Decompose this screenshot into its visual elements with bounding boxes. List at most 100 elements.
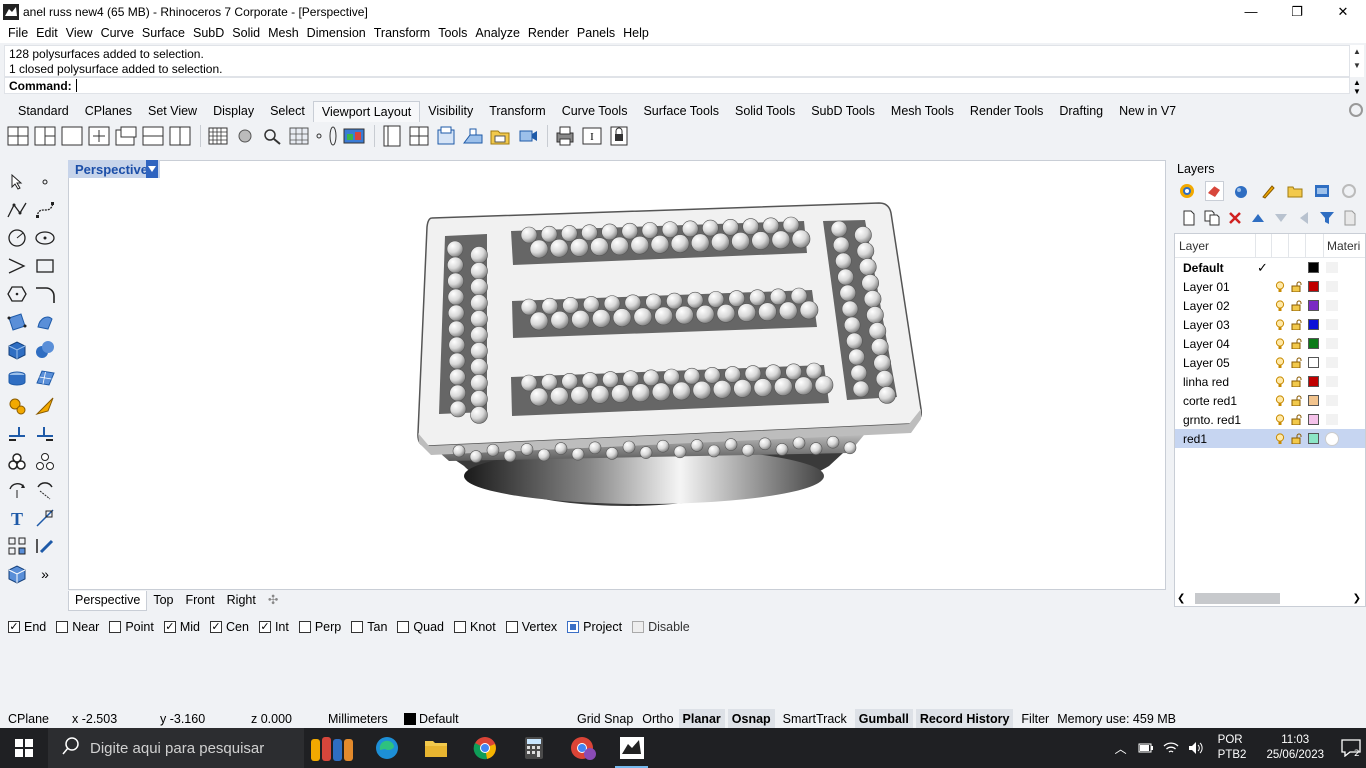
layer-row[interactable]: corte red1	[1175, 391, 1365, 410]
calculator-icon[interactable]	[509, 728, 558, 768]
current-layer-check-icon[interactable]: ✓	[1257, 260, 1268, 276]
layer-color-swatch[interactable]	[1308, 338, 1319, 349]
unlock-icon[interactable]	[1291, 281, 1302, 292]
layer-row[interactable]: grnto. red1	[1175, 410, 1365, 429]
menu-help[interactable]: Help	[619, 26, 653, 40]
checkbox[interactable]	[56, 621, 69, 633]
more-tools-icon[interactable]: »	[32, 561, 58, 587]
lightbulb-icon[interactable]	[1275, 337, 1285, 350]
ungroup-icon[interactable]	[32, 449, 58, 475]
material-swatch[interactable]	[1326, 395, 1338, 406]
checkbox[interactable]	[397, 621, 410, 633]
tab-right[interactable]: Right	[221, 591, 262, 611]
input-language[interactable]: POR PTB2	[1218, 733, 1247, 763]
windows-start-icon[interactable]	[0, 728, 48, 768]
checkbox[interactable]	[8, 621, 20, 633]
open-layout-icon[interactable]	[488, 124, 512, 148]
view-capture-icon[interactable]	[515, 124, 539, 148]
detail-view-icon[interactable]	[407, 124, 431, 148]
scroll-down-icon[interactable]: ▼	[1350, 59, 1364, 73]
osnap-disable[interactable]: Disable	[632, 620, 690, 634]
split-vertical-icon[interactable]	[168, 124, 192, 148]
menu-edit[interactable]: Edit	[32, 26, 62, 40]
lightbulb-icon[interactable]	[1275, 394, 1285, 407]
layer-column-header[interactable]: Layer	[1175, 239, 1255, 253]
layer-name[interactable]: linha red	[1175, 375, 1271, 389]
pipe-solid-icon[interactable]	[4, 365, 30, 391]
layer-row[interactable]: Layer 05	[1175, 353, 1365, 372]
grid-icon[interactable]	[206, 124, 230, 148]
fillet-curve-icon[interactable]	[32, 281, 58, 307]
osnap-int[interactable]: Int	[258, 620, 289, 634]
command-history-scrollbar[interactable]: ▲ ▼	[1350, 45, 1364, 77]
layer-row[interactable]: Layer 04	[1175, 334, 1365, 353]
material-swatch[interactable]	[1326, 281, 1338, 292]
material-swatch[interactable]	[1326, 376, 1338, 387]
layer-name[interactable]: Layer 01	[1175, 280, 1271, 294]
layer-row[interactable]: Layer 02	[1175, 296, 1365, 315]
checkbox[interactable]	[298, 621, 311, 633]
layers-panel-icon[interactable]	[1204, 181, 1224, 201]
layout-tools-icon[interactable]	[434, 124, 458, 148]
edge-browser-icon[interactable]	[362, 728, 411, 768]
ring-model[interactable]	[69, 161, 1166, 590]
battery-icon[interactable]	[1135, 743, 1157, 753]
dimension-icon[interactable]	[32, 505, 58, 531]
text-icon[interactable]: T	[4, 505, 30, 531]
layer-color-swatch[interactable]	[1308, 262, 1319, 273]
move-layer-up-icon[interactable]	[1249, 209, 1267, 227]
mesh-icon[interactable]	[32, 365, 58, 391]
polyline-icon[interactable]	[4, 197, 30, 223]
tab-standard[interactable]: Standard	[10, 101, 77, 122]
record-history-toggle[interactable]: Record History	[915, 709, 1014, 729]
lightbulb-icon[interactable]	[1275, 299, 1285, 312]
layer-color-swatch[interactable]	[1308, 376, 1319, 387]
rhino-taskbar-icon[interactable]	[607, 728, 656, 768]
menu-dimension[interactable]: Dimension	[303, 26, 370, 40]
tab-front[interactable]: Front	[179, 591, 220, 611]
image-display-icon[interactable]	[342, 124, 366, 148]
layer-name[interactable]: Layer 03	[1175, 318, 1271, 332]
material-swatch[interactable]	[1326, 300, 1338, 311]
tab-mesh-tools[interactable]: Mesh Tools	[883, 101, 962, 122]
viewport-menu-dropdown-icon[interactable]	[146, 160, 158, 178]
checkbox[interactable]	[109, 621, 122, 633]
lightbulb-icon[interactable]	[1275, 432, 1285, 445]
lightbulb-icon[interactable]	[1275, 375, 1285, 388]
menu-view[interactable]: View	[62, 26, 97, 40]
tab-drafting[interactable]: Drafting	[1051, 101, 1111, 122]
wifi-icon[interactable]	[1160, 741, 1182, 755]
layer-color-swatch[interactable]	[1308, 433, 1319, 444]
tab-render-tools[interactable]: Render Tools	[962, 101, 1051, 122]
material-swatch[interactable]	[1326, 262, 1338, 273]
point-icon[interactable]	[32, 169, 58, 195]
lightbulb-icon[interactable]	[1275, 318, 1285, 331]
surface-from-points-icon[interactable]	[4, 309, 30, 335]
chevron-up-icon[interactable]: ︿	[1110, 740, 1132, 757]
command-line-spinner[interactable]: ▲ ▼	[1350, 78, 1364, 96]
menu-tools[interactable]: Tools	[434, 26, 471, 40]
notifications-icon[interactable]: 2	[1336, 739, 1366, 757]
layer-name[interactable]: corte red1	[1175, 394, 1271, 408]
checkbox[interactable]	[163, 621, 176, 633]
group-icon[interactable]	[4, 449, 30, 475]
viewport-name[interactable]: Perspective	[68, 162, 148, 177]
checkbox[interactable]	[258, 621, 271, 633]
command-line[interactable]: Command:	[4, 77, 1350, 94]
lightbulb-icon[interactable]	[1275, 413, 1285, 426]
new-layer-icon[interactable]	[1180, 209, 1198, 227]
gumball-toggle[interactable]: Gumball	[854, 709, 913, 729]
unlock-icon[interactable]	[1291, 300, 1302, 311]
osnap-project[interactable]: Project	[567, 620, 622, 634]
curve-icon[interactable]	[32, 197, 58, 223]
layer-row[interactable]: Layer 01	[1175, 277, 1365, 296]
osnap-tan[interactable]: Tan	[351, 620, 387, 634]
tab-top[interactable]: Top	[147, 591, 179, 611]
box-solid-icon[interactable]	[4, 337, 30, 363]
osnap-point[interactable]: Point	[109, 620, 154, 634]
osnap-knot[interactable]: Knot	[454, 620, 496, 634]
osnap-quad[interactable]: Quad	[397, 620, 444, 634]
layer-color-swatch[interactable]	[1308, 357, 1319, 368]
menu-transform[interactable]: Transform	[370, 26, 435, 40]
checkbox[interactable]	[210, 621, 222, 633]
